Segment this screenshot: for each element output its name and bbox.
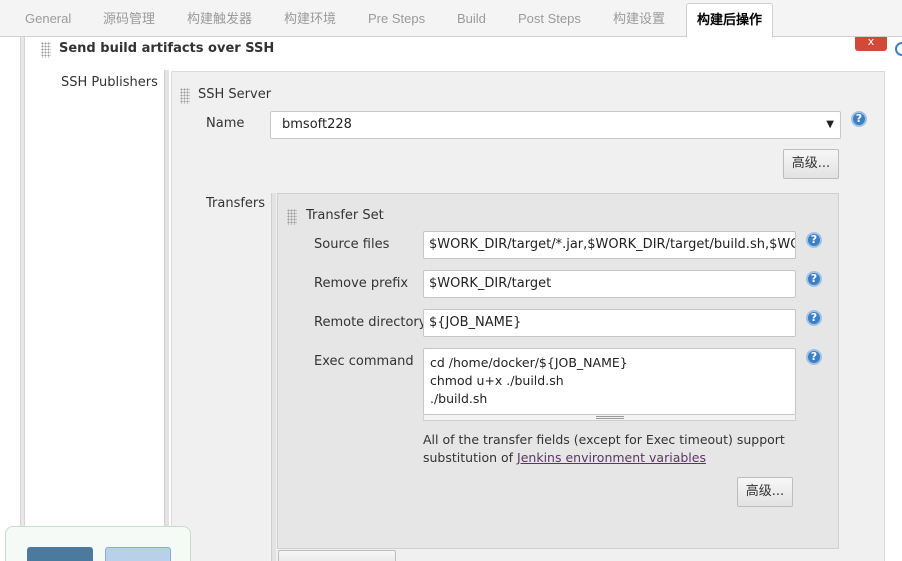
section-rail [20, 37, 25, 561]
drag-handle-icon[interactable] [287, 209, 297, 225]
tab-general[interactable]: General [25, 0, 71, 37]
ssh-publishers-label: SSH Publishers [61, 75, 158, 90]
question-circle-icon[interactable] [895, 42, 902, 56]
transfers-rail [271, 193, 276, 561]
tab-source-control[interactable]: 源码管理 [103, 0, 155, 37]
ssh-server-select-value: bmsoft228 [282, 117, 352, 132]
substitution-note: All of the transfer fields (except for E… [423, 431, 803, 467]
question-circle-icon[interactable]: ? [806, 349, 822, 365]
exec-command-field[interactable]: cd /home/docker/${JOB_NAME} chmod u+x ./… [423, 348, 796, 415]
question-circle-icon[interactable]: ? [806, 232, 822, 248]
remote-directory-field[interactable]: ${JOB_NAME} [423, 309, 796, 337]
tab-post-build-actions[interactable]: 构建后操作 [686, 3, 774, 38]
drag-handle-icon[interactable] [41, 42, 51, 58]
remove-prefix-field[interactable]: $WORK_DIR/target [423, 270, 796, 298]
name-label: Name [206, 116, 245, 131]
ssh-server-title: SSH Server [198, 87, 272, 102]
add-transfer-set-button[interactable] [278, 550, 396, 561]
source-files-label: Source files [314, 237, 390, 252]
transfer-set-title: Transfer Set [306, 208, 384, 223]
section-title: Send build artifacts over SSH [59, 41, 275, 56]
tab-build-settings[interactable]: 构建设置 [613, 0, 665, 37]
apply-button[interactable] [105, 547, 171, 561]
source-files-field[interactable]: $WORK_DIR/target/*.jar,$WORK_DIR/target/… [423, 231, 796, 259]
drag-handle-icon[interactable] [180, 88, 190, 104]
chevron-down-icon: ▼ [826, 119, 834, 130]
remove-prefix-label: Remove prefix [314, 276, 409, 291]
server-advanced-button[interactable]: 高级... [783, 149, 839, 179]
question-circle-icon[interactable]: ? [806, 271, 822, 287]
env-variables-link[interactable]: Jenkins environment variables [517, 450, 706, 465]
save-button[interactable] [27, 547, 93, 561]
tab-build[interactable]: Build [457, 0, 486, 37]
tab-bar: General 源码管理 构建触发器 构建环境 Pre Steps Build … [0, 0, 902, 38]
textarea-resize-handle[interactable] [423, 415, 796, 421]
publishers-divider [164, 70, 169, 561]
exec-command-label: Exec command [314, 354, 414, 369]
tab-build-environment[interactable]: 构建环境 [284, 0, 336, 37]
question-circle-icon[interactable]: ? [851, 111, 867, 127]
ssh-server-select[interactable]: bmsoft228 ▼ [270, 111, 841, 139]
question-circle-icon[interactable]: ? [806, 310, 822, 326]
remote-directory-label: Remote directory [314, 315, 427, 330]
transfers-label: Transfers [206, 196, 266, 211]
transfer-advanced-button[interactable]: 高级... [737, 477, 793, 507]
tab-build-triggers[interactable]: 构建触发器 [187, 0, 252, 37]
tab-pre-steps[interactable]: Pre Steps [368, 0, 425, 37]
tab-post-steps[interactable]: Post Steps [518, 0, 581, 37]
close-icon[interactable]: x [855, 36, 887, 51]
